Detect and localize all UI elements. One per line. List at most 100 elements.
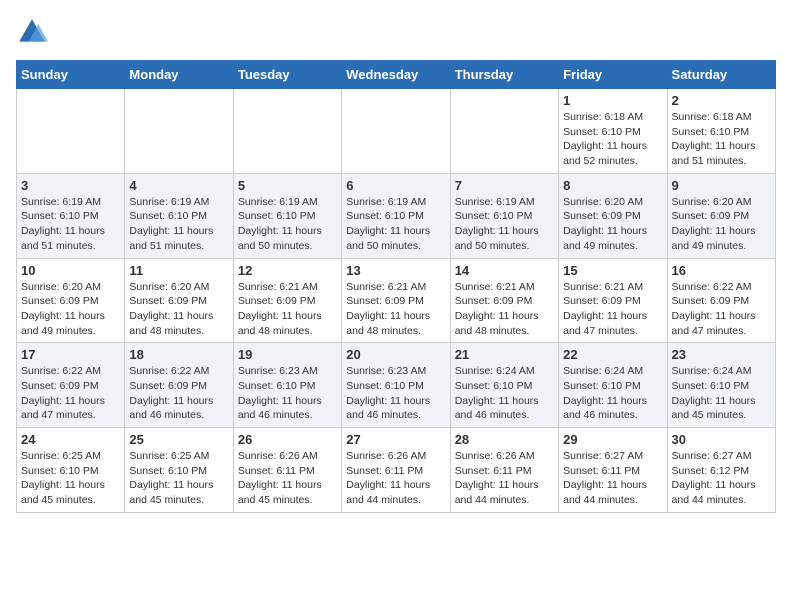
day-detail: Sunrise: 6:26 AM Sunset: 6:11 PM Dayligh… <box>238 449 337 508</box>
calendar-cell: 21 Sunrise: 6:24 AM Sunset: 6:10 PM Dayli… <box>450 343 558 428</box>
day-detail: Sunrise: 6:20 AM Sunset: 6:09 PM Dayligh… <box>129 280 228 339</box>
day-detail: Sunrise: 6:22 AM Sunset: 6:09 PM Dayligh… <box>129 364 228 423</box>
day-detail: Sunrise: 6:20 AM Sunset: 6:09 PM Dayligh… <box>672 195 771 254</box>
day-number: 1 <box>563 93 662 108</box>
day-number: 3 <box>21 178 120 193</box>
calendar-cell: 27 Sunrise: 6:26 AM Sunset: 6:11 PM Dayli… <box>342 428 450 513</box>
day-number: 7 <box>455 178 554 193</box>
day-detail: Sunrise: 6:20 AM Sunset: 6:09 PM Dayligh… <box>563 195 662 254</box>
day-detail: Sunrise: 6:26 AM Sunset: 6:11 PM Dayligh… <box>346 449 445 508</box>
calendar-week-row: 1 Sunrise: 6:18 AM Sunset: 6:10 PM Daylig… <box>17 89 776 174</box>
day-number: 21 <box>455 347 554 362</box>
day-number: 29 <box>563 432 662 447</box>
day-detail: Sunrise: 6:22 AM Sunset: 6:09 PM Dayligh… <box>672 280 771 339</box>
calendar-cell: 12 Sunrise: 6:21 AM Sunset: 6:09 PM Dayli… <box>233 258 341 343</box>
day-detail: Sunrise: 6:24 AM Sunset: 6:10 PM Dayligh… <box>455 364 554 423</box>
logo <box>16 16 52 48</box>
day-detail: Sunrise: 6:23 AM Sunset: 6:10 PM Dayligh… <box>238 364 337 423</box>
calendar-cell: 30 Sunrise: 6:27 AM Sunset: 6:12 PM Dayli… <box>667 428 775 513</box>
day-number: 14 <box>455 263 554 278</box>
day-detail: Sunrise: 6:24 AM Sunset: 6:10 PM Dayligh… <box>563 364 662 423</box>
calendar-cell: 18 Sunrise: 6:22 AM Sunset: 6:09 PM Dayli… <box>125 343 233 428</box>
day-number: 12 <box>238 263 337 278</box>
day-number: 16 <box>672 263 771 278</box>
weekday-header: Friday <box>559 61 667 89</box>
day-number: 30 <box>672 432 771 447</box>
weekday-header: Tuesday <box>233 61 341 89</box>
day-detail: Sunrise: 6:20 AM Sunset: 6:09 PM Dayligh… <box>21 280 120 339</box>
calendar-cell: 5 Sunrise: 6:19 AM Sunset: 6:10 PM Daylig… <box>233 173 341 258</box>
calendar-week-row: 24 Sunrise: 6:25 AM Sunset: 6:10 PM Dayli… <box>17 428 776 513</box>
day-number: 4 <box>129 178 228 193</box>
calendar-cell: 10 Sunrise: 6:20 AM Sunset: 6:09 PM Dayli… <box>17 258 125 343</box>
weekday-header: Wednesday <box>342 61 450 89</box>
day-detail: Sunrise: 6:21 AM Sunset: 6:09 PM Dayligh… <box>346 280 445 339</box>
weekday-header: Monday <box>125 61 233 89</box>
day-detail: Sunrise: 6:25 AM Sunset: 6:10 PM Dayligh… <box>129 449 228 508</box>
calendar-cell <box>342 89 450 174</box>
calendar-week-row: 3 Sunrise: 6:19 AM Sunset: 6:10 PM Daylig… <box>17 173 776 258</box>
weekday-header: Saturday <box>667 61 775 89</box>
calendar-cell: 14 Sunrise: 6:21 AM Sunset: 6:09 PM Dayli… <box>450 258 558 343</box>
day-number: 24 <box>21 432 120 447</box>
day-number: 2 <box>672 93 771 108</box>
calendar-cell: 1 Sunrise: 6:18 AM Sunset: 6:10 PM Daylig… <box>559 89 667 174</box>
calendar-cell: 7 Sunrise: 6:19 AM Sunset: 6:10 PM Daylig… <box>450 173 558 258</box>
calendar: SundayMondayTuesdayWednesdayThursdayFrid… <box>16 60 776 513</box>
day-detail: Sunrise: 6:23 AM Sunset: 6:10 PM Dayligh… <box>346 364 445 423</box>
calendar-week-row: 17 Sunrise: 6:22 AM Sunset: 6:09 PM Dayli… <box>17 343 776 428</box>
calendar-cell: 20Sunrise: 6:23 AM Sunset: 6:10 PM Dayli… <box>342 343 450 428</box>
day-number: 5 <box>238 178 337 193</box>
calendar-cell: 3 Sunrise: 6:19 AM Sunset: 6:10 PM Daylig… <box>17 173 125 258</box>
calendar-cell: 11Sunrise: 6:20 AM Sunset: 6:09 PM Dayli… <box>125 258 233 343</box>
calendar-cell <box>233 89 341 174</box>
day-number: 6 <box>346 178 445 193</box>
day-detail: Sunrise: 6:19 AM Sunset: 6:10 PM Dayligh… <box>21 195 120 254</box>
weekday-header: Sunday <box>17 61 125 89</box>
day-detail: Sunrise: 6:18 AM Sunset: 6:10 PM Dayligh… <box>563 110 662 169</box>
day-detail: Sunrise: 6:22 AM Sunset: 6:09 PM Dayligh… <box>21 364 120 423</box>
day-number: 28 <box>455 432 554 447</box>
calendar-cell: 29 Sunrise: 6:27 AM Sunset: 6:11 PM Dayli… <box>559 428 667 513</box>
day-number: 9 <box>672 178 771 193</box>
day-detail: Sunrise: 6:24 AM Sunset: 6:10 PM Dayligh… <box>672 364 771 423</box>
day-detail: Sunrise: 6:19 AM Sunset: 6:10 PM Dayligh… <box>346 195 445 254</box>
day-detail: Sunrise: 6:27 AM Sunset: 6:11 PM Dayligh… <box>563 449 662 508</box>
calendar-cell: 17 Sunrise: 6:22 AM Sunset: 6:09 PM Dayli… <box>17 343 125 428</box>
calendar-cell: 26 Sunrise: 6:26 AM Sunset: 6:11 PM Dayli… <box>233 428 341 513</box>
calendar-cell: 2 Sunrise: 6:18 AM Sunset: 6:10 PM Daylig… <box>667 89 775 174</box>
calendar-cell: 8 Sunrise: 6:20 AM Sunset: 6:09 PM Daylig… <box>559 173 667 258</box>
calendar-cell: 6 Sunrise: 6:19 AM Sunset: 6:10 PM Daylig… <box>342 173 450 258</box>
day-number: 13 <box>346 263 445 278</box>
calendar-cell: 22Sunrise: 6:24 AM Sunset: 6:10 PM Dayli… <box>559 343 667 428</box>
day-detail: Sunrise: 6:27 AM Sunset: 6:12 PM Dayligh… <box>672 449 771 508</box>
calendar-cell <box>125 89 233 174</box>
day-detail: Sunrise: 6:19 AM Sunset: 6:10 PM Dayligh… <box>455 195 554 254</box>
day-detail: Sunrise: 6:21 AM Sunset: 6:09 PM Dayligh… <box>238 280 337 339</box>
calendar-cell: 19 Sunrise: 6:23 AM Sunset: 6:10 PM Dayli… <box>233 343 341 428</box>
day-number: 27 <box>346 432 445 447</box>
calendar-cell: 23Sunrise: 6:24 AM Sunset: 6:10 PM Dayli… <box>667 343 775 428</box>
day-detail: Sunrise: 6:21 AM Sunset: 6:09 PM Dayligh… <box>455 280 554 339</box>
day-number: 8 <box>563 178 662 193</box>
day-detail: Sunrise: 6:19 AM Sunset: 6:10 PM Dayligh… <box>238 195 337 254</box>
day-detail: Sunrise: 6:25 AM Sunset: 6:10 PM Dayligh… <box>21 449 120 508</box>
calendar-cell: 13 Sunrise: 6:21 AM Sunset: 6:09 PM Dayli… <box>342 258 450 343</box>
day-number: 26 <box>238 432 337 447</box>
day-number: 25 <box>129 432 228 447</box>
calendar-cell: 9 Sunrise: 6:20 AM Sunset: 6:09 PM Daylig… <box>667 173 775 258</box>
weekday-header-row: SundayMondayTuesdayWednesdayThursdayFrid… <box>17 61 776 89</box>
weekday-header: Thursday <box>450 61 558 89</box>
day-number: 10 <box>21 263 120 278</box>
day-number: 15 <box>563 263 662 278</box>
day-number: 19 <box>238 347 337 362</box>
day-number: 18 <box>129 347 228 362</box>
day-detail: Sunrise: 6:19 AM Sunset: 6:10 PM Dayligh… <box>129 195 228 254</box>
day-detail: Sunrise: 6:18 AM Sunset: 6:10 PM Dayligh… <box>672 110 771 169</box>
calendar-cell: 25 Sunrise: 6:25 AM Sunset: 6:10 PM Dayli… <box>125 428 233 513</box>
header <box>16 16 776 48</box>
calendar-week-row: 10 Sunrise: 6:20 AM Sunset: 6:09 PM Dayli… <box>17 258 776 343</box>
calendar-cell: 15Sunrise: 6:21 AM Sunset: 6:09 PM Dayli… <box>559 258 667 343</box>
day-number: 17 <box>21 347 120 362</box>
calendar-cell: 24 Sunrise: 6:25 AM Sunset: 6:10 PM Dayli… <box>17 428 125 513</box>
